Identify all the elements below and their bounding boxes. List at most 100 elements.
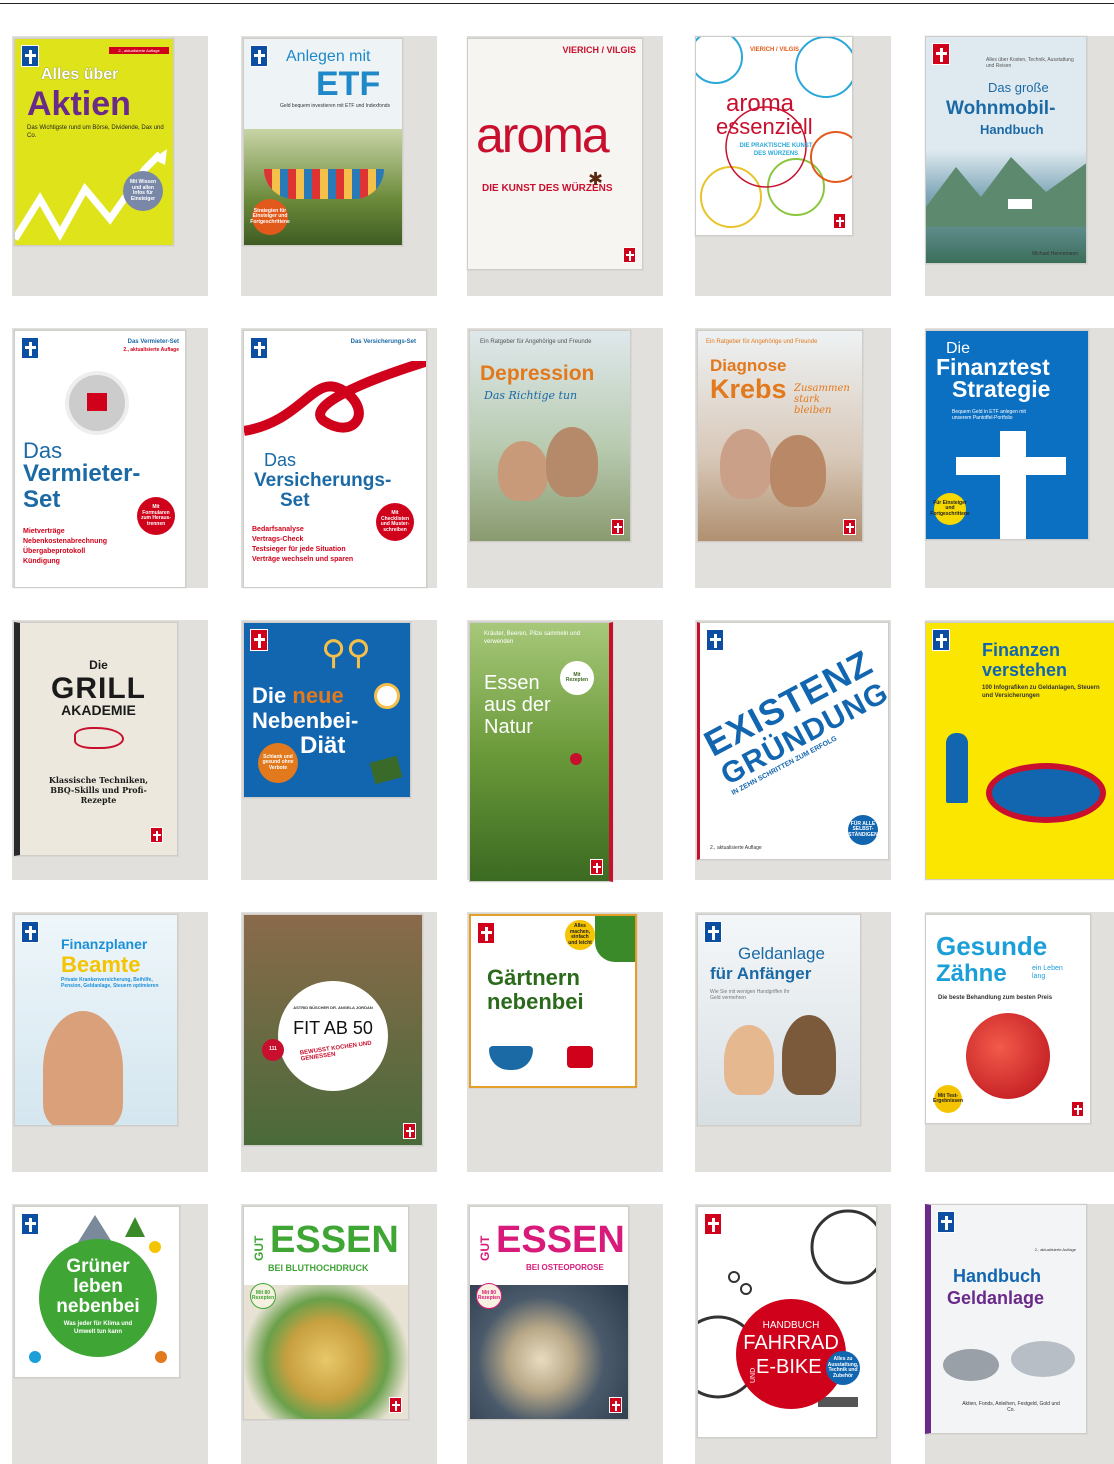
info-badge: Mit Rezepten	[560, 661, 594, 695]
book-tile[interactable]: GUT ESSEN BEI BLUTHOCHDRUCK Mit 80 Rezep…	[241, 1204, 437, 1464]
stiftung-warentest-logo	[1071, 1101, 1084, 1117]
book-tile[interactable]: Das Vermieter-Set 2., aktualisierte Aufl…	[12, 328, 208, 588]
clock-icon	[374, 683, 400, 709]
book-title-main: leben	[73, 1276, 123, 1297]
book-cover-nebenbei-diaet[interactable]: ⚲⚲ Die neue Nebenbei- Diät Schlank und g…	[243, 622, 411, 798]
book-tile[interactable]: Kräuter, Beeren, Pilze sammeln und verwe…	[467, 620, 663, 882]
book-author: Michael Hennemann	[1032, 251, 1078, 257]
book-cover-fit-ab-50[interactable]: ASTRID BÜSCHER DR. ANGELA JORDAN FIT AB …	[243, 914, 423, 1146]
book-tile[interactable]: Anlegen mit ETF Geld bequem investieren …	[241, 36, 437, 296]
contents-item: Verträge wechseln und sparen	[252, 556, 354, 564]
book-cover-aroma[interactable]: VIERICH / VILGIS aroma DIE KUNST DES WÜR…	[467, 38, 643, 270]
book-cover-wohnmobil[interactable]: Alles über Kosten, Technik, Ausstattung …	[925, 36, 1087, 264]
book-cover-diagnose-krebs[interactable]: Ein Ratgeber für Angehörige und Freunde …	[697, 330, 863, 542]
book-cover-essen-natur[interactable]: Kräuter, Beeren, Pilze sammeln und verwe…	[469, 622, 613, 882]
info-badge: Für Einsteiger und Fortgeschrittene	[930, 493, 970, 525]
stiftung-warentest-logo	[21, 45, 39, 67]
edition-label: 2., aktualisierte Auflage	[1034, 1247, 1076, 1252]
book-cover-handbuch-geldanlage[interactable]: 2., aktualisierte Auflage Handbuch Gelda…	[925, 1204, 1087, 1434]
book-cover-aroma-essenziell[interactable]: VIERICH / VILGIS aroma essenziell DIE PR…	[695, 36, 853, 236]
watering-can-icon	[567, 1046, 593, 1068]
book-cover-finanzplaner-beamte[interactable]: Finanzplaner Beamte Private Krankenversi…	[14, 914, 178, 1126]
book-cover-vermieter-set[interactable]: Das Vermieter-Set 2., aktualisierte Aufl…	[14, 330, 186, 588]
book-tile[interactable]: Das Versicherungs-Set Das Versicherungs-…	[241, 328, 437, 588]
cross-shape	[1000, 431, 1026, 539]
book-title-main: essenziell	[716, 114, 813, 139]
book-subtitle: Private Krankenversicherung, Beihilfe, P…	[61, 977, 159, 990]
book-title-main: nebenbei	[487, 989, 584, 1014]
stiftung-warentest-logo	[932, 43, 950, 65]
book-subtitle: Die beste Behandlung zum besten Preis	[938, 995, 1053, 1001]
contents-item: Übergabeprotokoll	[23, 548, 86, 556]
book-subtitle: Wie Sie mit wenigen Handgriffen Ihr Geld…	[710, 989, 790, 1002]
set-label-name: Vermieter-Set	[140, 339, 179, 345]
chocolate-icon	[369, 755, 403, 785]
book-cover-grill-akademie[interactable]: Die GRILL AKADEMIE Klassische Techniken,…	[14, 622, 178, 856]
book-cover-finanzen-verstehen[interactable]: Finanzen verstehen 100 Infografiken zu G…	[925, 622, 1114, 880]
book-title: Die	[252, 683, 287, 708]
book-cover-aktien[interactable]: 2., aktualisierte Auflage Alles über Akt…	[14, 38, 174, 246]
book-tile[interactable]: ⚲⚲ Die neue Nebenbei- Diät Schlank und g…	[241, 620, 437, 880]
book-title: Geldanlage	[738, 944, 825, 963]
book-tile[interactable]: Grüner leben nebenbei Was jeder für Klim…	[12, 1204, 208, 1464]
book-tile[interactable]: Finanzplaner Beamte Private Krankenversi…	[12, 912, 208, 1172]
book-title-main: GRILL	[51, 672, 146, 705]
book-title-highlight: neue	[292, 683, 344, 708]
book-supertitle: Ein Ratgeber für Angehörige und Freunde	[480, 339, 592, 345]
book-cover-gut-essen-osteoporose[interactable]: GUT ESSEN BEI OSTEOPOROSE Mit 80 Rezepte…	[469, 1206, 629, 1420]
info-badge: Mit 80 Rezepten	[476, 1283, 502, 1309]
contents-list: Mietverträge Nebenkostenabrechnung Überg…	[23, 527, 107, 568]
book-cover-etf[interactable]: Anlegen mit ETF Geld bequem investieren …	[243, 38, 403, 246]
book-title-main: Wohnmobil-	[946, 98, 1056, 119]
book-subtitle: Was jeder für Klima und Umwelt tun kann	[63, 1321, 133, 1335]
book-subtitle: BEI BLUTHOCHDRUCK	[268, 1263, 369, 1273]
book-tile[interactable]: GUT ESSEN BEI OSTEOPOROSE Mit 80 Rezepte…	[467, 1204, 663, 1464]
contents-item: Vertrags-Check	[252, 536, 304, 544]
book-tile[interactable]: Die GRILL AKADEMIE Klassische Techniken,…	[12, 620, 208, 880]
book-cover-finanztest-strategie[interactable]: Die Finanztest Strategie Bequem Geld in …	[925, 330, 1089, 540]
book-cover-fahrrad-ebike[interactable]: HANDBUCH FAHRRAD UND E-BIKE Alles zu Aus…	[697, 1206, 877, 1438]
contents-list: Bedarfsanalyse Vertrags-Check Testsieger…	[252, 525, 353, 566]
book-cover-gaertnern-nebenbei[interactable]: Alles machen, einfach und leicht Gärtner…	[469, 914, 637, 1088]
book-title-sub: AKADEMIE	[61, 702, 136, 718]
book-tile[interactable]: ASTRID BÜSCHER DR. ANGELA JORDAN FIT AB …	[241, 912, 437, 1172]
book-cover-gut-essen-bluthochdruck[interactable]: GUT ESSEN BEI BLUTHOCHDRUCK Mit 80 Rezep…	[243, 1206, 409, 1420]
book-cover-versicherungs-set[interactable]: Das Versicherungs-Set Das Versicherungs-…	[243, 330, 427, 588]
book-tile[interactable]: Finanzen verstehen 100 Infografiken zu G…	[925, 620, 1114, 880]
book-title: Das große	[988, 80, 1049, 95]
book-tile[interactable]: 2., aktualisierte Auflage Handbuch Gelda…	[925, 1204, 1114, 1464]
book-cover-depression[interactable]: Ein Ratgeber für Angehörige und Freunde …	[469, 330, 631, 542]
book-tile[interactable]: Die Finanztest Strategie Bequem Geld in …	[925, 328, 1114, 588]
stiftung-warentest-logo	[403, 1123, 416, 1139]
book-cover-gruener-leben[interactable]: Grüner leben nebenbei Was jeder für Klim…	[14, 1206, 180, 1378]
book-tile[interactable]: VIERICH / VILGIS aroma essenziell DIE PR…	[695, 36, 891, 296]
book-tile[interactable]: HANDBUCH FAHRRAD UND E-BIKE Alles zu Aus…	[695, 1204, 891, 1464]
contents-item: Bedarfsanalyse	[252, 526, 304, 533]
book-grid: 2., aktualisierte Auflage Alles über Akt…	[0, 0, 1114, 1464]
stiftung-warentest-logo	[590, 859, 603, 875]
book-tile[interactable]: VIERICH / VILGIS aroma DIE KUNST DES WÜR…	[467, 36, 663, 296]
stiftung-warentest-logo	[21, 921, 39, 943]
book-tile[interactable]: Alles über Kosten, Technik, Ausstattung …	[925, 36, 1114, 296]
book-tile[interactable]: 2., aktualisierte Auflage Alles über Akt…	[12, 36, 208, 296]
book-tile[interactable]: Gesunde Zähne ein Leben lang Die beste B…	[925, 912, 1114, 1172]
book-subtitle: 100 Infografiken zu Geldanlagen, Steuern…	[982, 685, 1100, 699]
book-tile[interactable]: Geldanlage für Anfänger Wie Sie mit weni…	[695, 912, 891, 1172]
stiftung-warentest-logo	[250, 629, 268, 651]
book-tile[interactable]: Ein Ratgeber für Angehörige und Freunde …	[467, 328, 663, 588]
wheelbarrow-icon	[489, 1046, 533, 1070]
book-cover-geldanlage-anfaenger[interactable]: Geldanlage für Anfänger Wie Sie mit weni…	[697, 914, 861, 1126]
book-title-main: aus der	[484, 694, 551, 716]
book-supertitle: Ein Ratgeber für Angehörige und Freunde	[706, 339, 818, 345]
person-photo	[546, 427, 598, 497]
book-tile[interactable]: Alles machen, einfach und leicht Gärtner…	[467, 912, 663, 1172]
edition-label: 2., aktualisierte Auflage	[109, 47, 169, 54]
book-cover-existenzgruendung[interactable]: EXISTENZ GRÜNDUNG IN ZEHN SCHRITTEN ZUM …	[697, 622, 889, 860]
edition-label: 2., aktualisierte Auflage	[710, 845, 762, 851]
book-tagline: Zusammen stark bleiben	[794, 383, 850, 416]
book-tile[interactable]: Ein Ratgeber für Angehörige und Freunde …	[695, 328, 891, 588]
book-cover-gesunde-zaehne[interactable]: Gesunde Zähne ein Leben lang Die beste B…	[925, 914, 1091, 1124]
stiftung-warentest-logo	[704, 921, 722, 943]
book-tile[interactable]: EXISTENZ GRÜNDUNG IN ZEHN SCHRITTEN ZUM …	[695, 620, 891, 880]
stiftung-warentest-logo	[21, 337, 39, 359]
